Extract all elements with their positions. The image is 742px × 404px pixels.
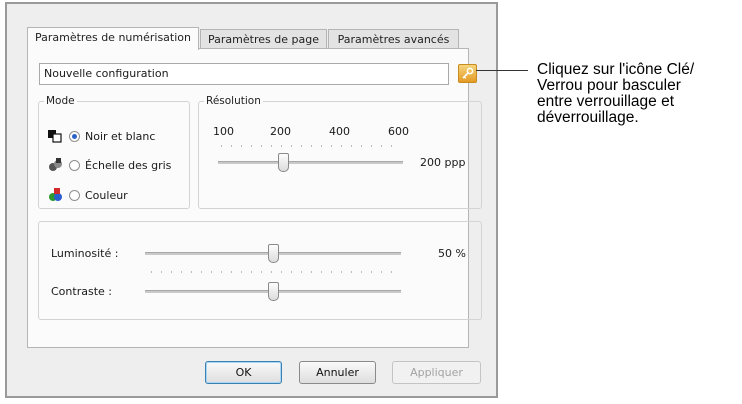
radio-bw[interactable] — [69, 130, 80, 142]
tab-label: Paramètres avancés — [337, 33, 450, 46]
mode-option-grayscale[interactable]: Échelle des gris — [47, 156, 171, 174]
cancel-button[interactable]: Annuler — [299, 361, 376, 384]
brightness-contrast-group: Luminosité : 50 % Contraste : — [38, 221, 482, 320]
tab-panel: Nouvelle configuration Mode Noir et blan… — [27, 48, 482, 348]
brightness-value: 50 % — [438, 247, 466, 260]
tab-advanced-settings[interactable]: Paramètres avancés — [328, 29, 459, 48]
mode-option-label: Échelle des gris — [85, 158, 172, 172]
resolution-tick-label: 200 — [270, 125, 291, 138]
resolution-slider-thumb[interactable] — [278, 153, 289, 172]
resolution-tick-label: 100 — [213, 125, 234, 138]
radio-grayscale[interactable] — [69, 159, 80, 171]
mode-option-label: Noir et blanc — [85, 129, 156, 143]
contrast-slider-thumb[interactable] — [268, 282, 279, 301]
resolution-tick-label: 400 — [329, 125, 350, 138]
brightness-label: Luminosité : — [51, 247, 119, 260]
brightness-slider-thumb[interactable] — [268, 244, 279, 263]
resolution-slider-track[interactable] — [218, 161, 403, 164]
config-name-field[interactable]: Nouvelle configuration — [39, 63, 449, 85]
resolution-value: 200 ppp — [420, 156, 466, 169]
resolution-tick-marks — [221, 145, 393, 147]
mode-option-label: Couleur — [85, 188, 128, 202]
resolution-tick-label: 600 — [388, 125, 409, 138]
callout-text: Cliquez sur l'icône Clé/ Verrou pour bas… — [537, 61, 695, 126]
color-icon — [47, 187, 65, 203]
radio-color[interactable] — [69, 189, 80, 201]
contrast-label: Contraste : — [51, 285, 112, 298]
tab-label: Paramètres de numérisation — [34, 31, 191, 44]
resolution-group-title: Résolution — [206, 95, 261, 107]
mode-option-bw[interactable]: Noir et blanc — [47, 127, 155, 145]
mode-option-color[interactable]: Couleur — [47, 186, 128, 204]
key-lock-icon — [462, 67, 474, 79]
grayscale-icon — [47, 157, 65, 173]
ok-button[interactable]: OK — [205, 361, 282, 384]
key-lock-button[interactable] — [458, 64, 477, 83]
resolution-group: Résolution 100 200 400 600 200 ppp — [198, 95, 482, 209]
tab-page-settings[interactable]: Paramètres de page — [200, 29, 327, 48]
scan-settings-dialog: Paramètres de numérisation Paramètres de… — [5, 2, 498, 398]
apply-button[interactable]: Appliquer — [392, 361, 481, 384]
brightness-tick-marks — [151, 271, 395, 273]
mode-group: Mode Noir et blanc Échelle des gris Coul… — [38, 95, 190, 209]
tab-label: Paramètres de page — [208, 33, 319, 46]
tab-scan-settings[interactable]: Paramètres de numérisation — [27, 27, 199, 50]
bw-icon — [47, 128, 65, 144]
mode-group-title: Mode — [46, 95, 75, 107]
callout-pointer-line — [476, 70, 528, 71]
